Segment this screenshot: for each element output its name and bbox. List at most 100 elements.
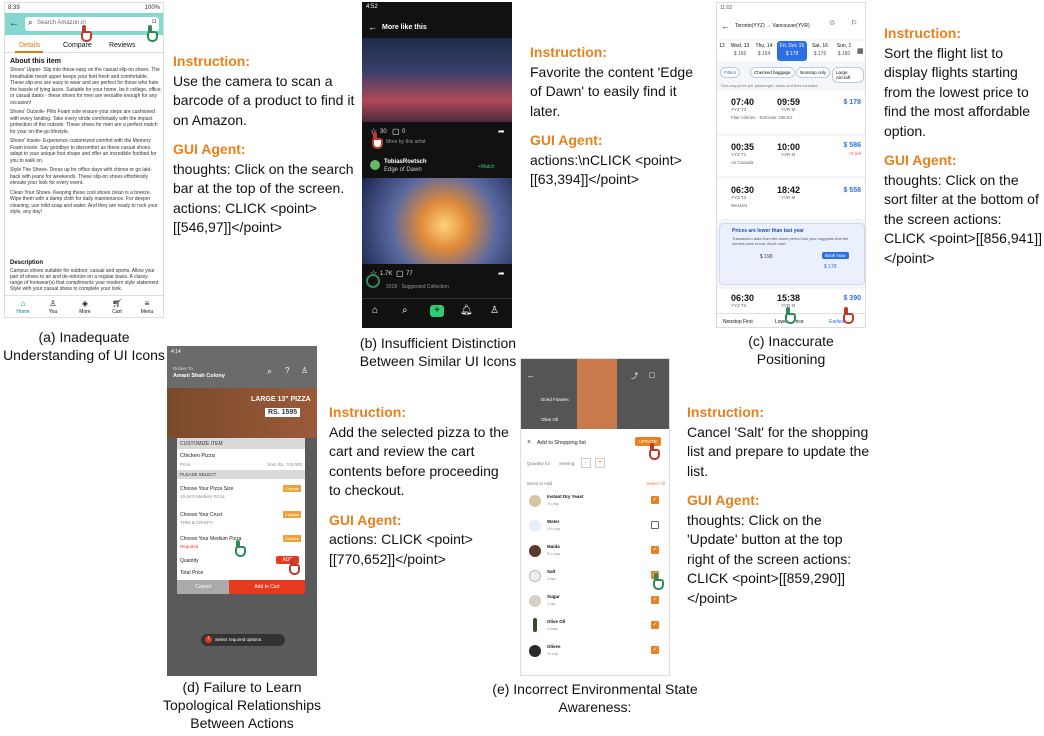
flight-card[interactable]: 00:35 YYZ T1 10:00 YVR M $ 586 <5 left A… — [717, 136, 865, 176]
select-label: PLEASE SELECT — [180, 472, 217, 477]
dep-airport: YYZ T3 — [731, 303, 747, 308]
bell-icon[interactable]: 🔔︎ — [460, 305, 473, 316]
instruction-text: Use the camera to scan a barcode of a pr… — [173, 72, 355, 128]
increase-button[interactable]: + — [595, 458, 605, 468]
share-icon[interactable]: ⤴ — [631, 371, 638, 381]
nav-more[interactable]: More — [75, 309, 95, 315]
date-cell[interactable]: Thu, 14 — [753, 43, 775, 49]
list-item[interactable]: Salt 1 tsp ✓ — [521, 566, 669, 588]
ingredient-name: Water — [547, 519, 560, 524]
filter-chip[interactable]: Large Aircraft — [832, 67, 864, 83]
profile-icon[interactable]: ♙ — [301, 366, 308, 375]
arr-airport: YVR M — [781, 152, 796, 157]
date-cell: Fri, Dec 15 — [779, 43, 805, 49]
nav-you[interactable]: You — [43, 309, 63, 315]
checkbox-checked[interactable]: ✓ — [651, 621, 659, 629]
correct-click-hand-icon — [781, 307, 797, 325]
agent-heading: GUI Agent: — [530, 132, 603, 148]
avatar[interactable] — [370, 160, 380, 170]
comments-count: 0 — [402, 129, 406, 135]
menu-icon[interactable]: ≡ — [137, 299, 157, 308]
dep-airport: YYZ T1 — [731, 152, 747, 157]
price-alert-icon[interactable]: ♲ — [829, 19, 835, 27]
date-cell[interactable]: Wed, 13 — [729, 43, 751, 49]
tab-compare[interactable]: Compare — [63, 42, 92, 49]
share-icon[interactable]: ➦ — [498, 127, 505, 136]
serving-label: Serving — [559, 461, 575, 466]
currency-icon[interactable]: ⚐ — [851, 19, 857, 27]
arr-time: 10:00 — [777, 142, 801, 152]
flight-card[interactable]: 06:30 YYZ T3 18:42 YVR M $ 558 WestJet — [717, 179, 865, 219]
checkbox-checked[interactable]: ✓ — [651, 596, 659, 604]
date-price: $ 180 — [837, 51, 851, 57]
nav-menu[interactable]: Menu — [137, 309, 157, 315]
nav-home[interactable]: Home — [13, 309, 33, 315]
wrong-click-hand-icon — [285, 558, 301, 576]
back-arrow-icon[interactable]: ← — [721, 21, 730, 31]
date-price: $ 176 — [813, 51, 827, 57]
checkbox-checked[interactable]: ✓ — [651, 496, 659, 504]
more-by-artist[interactable]: More by this artist — [386, 139, 425, 145]
comment-icon[interactable]: ▢ — [396, 269, 404, 278]
select-all-link[interactable]: Select All — [646, 481, 665, 486]
instruction-heading: Instruction: — [687, 404, 764, 420]
agent-heading: GUI Agent: — [329, 511, 402, 528]
filter-chip[interactable]: Nonstop only — [796, 67, 831, 78]
choose-button[interactable]: Choose — [283, 535, 301, 542]
price-promo: Prices are lower than last year Transact… — [719, 223, 865, 285]
close-icon[interactable]: × — [527, 439, 531, 446]
user-icon[interactable]: ♙ — [43, 299, 63, 308]
list-item[interactable]: Instant Dry Yeast 1¼ tsp ✓ — [521, 491, 669, 513]
ingredient-image — [533, 618, 537, 632]
checkbox-unchecked[interactable] — [651, 521, 659, 529]
comment-icon[interactable]: ▢ — [649, 371, 656, 379]
change-button[interactable]: Change — [282, 511, 301, 518]
cart-icon[interactable]: 🛒︎ — [107, 299, 127, 308]
calendar-icon[interactable]: ▦ — [857, 47, 864, 55]
comment-icon[interactable]: ▢ — [392, 127, 400, 136]
checkbox-checked[interactable]: ✓ — [651, 546, 659, 554]
back-arrow-icon[interactable]: ← — [368, 22, 377, 32]
nav-cart[interactable]: Cart — [107, 309, 127, 315]
share-icon[interactable]: ➦ — [498, 269, 505, 278]
date-cell[interactable]: Sun, 1 — [833, 43, 855, 49]
change-button[interactable]: Change — [282, 485, 301, 492]
delivery-address[interactable]: Amani Shah Colony — [173, 373, 225, 379]
list-item[interactable]: Olive Oil 4 tbsp ✓ — [521, 616, 669, 638]
list-item[interactable]: Maida 2¼ cup ✓ — [521, 541, 669, 563]
tab-reviews[interactable]: Reviews — [109, 42, 135, 49]
more-icon[interactable]: ◈ — [75, 299, 95, 308]
search-icon[interactable]: ⌕ — [267, 366, 272, 377]
tab-details[interactable]: Details — [19, 42, 40, 49]
price-value: from Rs. 700.000 — [267, 462, 302, 467]
home-icon[interactable]: ⌂ — [13, 299, 33, 308]
sort-nonstop-first[interactable]: Nonstop First — [723, 319, 753, 325]
add-icon[interactable]: + — [430, 305, 444, 317]
filter-chip[interactable]: Checked baggage — [750, 67, 795, 78]
ingredient-name: Maida — [547, 544, 560, 549]
home-icon[interactable]: ⌂ — [372, 305, 378, 316]
bottom-nav: ⌂ ⌕ + 🔔︎ ♙ — [362, 298, 512, 328]
flight-card[interactable]: 07:40 YYZ T3 09:59 YVR M $ 178 Flair Air… — [717, 91, 865, 133]
date-cell[interactable]: 12 — [717, 43, 727, 49]
list-item[interactable]: Water 1¼ cup — [521, 516, 669, 538]
help-icon[interactable]: ? — [285, 366, 289, 375]
profile-icon[interactable]: ♙ — [490, 305, 499, 316]
search-icon[interactable]: ⌕ — [402, 305, 408, 316]
ingredient-qty: 1 tsp — [547, 601, 556, 606]
arr-airport: YVR M — [781, 107, 796, 112]
instruction-heading: Instruction: — [329, 404, 406, 420]
checkbox-checked[interactable]: ✓ — [651, 646, 659, 654]
filters-chip[interactable]: Filters — [720, 67, 741, 78]
back-arrow-icon[interactable]: ← — [9, 18, 19, 29]
decrease-button[interactable]: − — [581, 458, 591, 468]
book-now-button[interactable]: Book Now — [822, 252, 849, 259]
bottom-nav: ⌂ Home ♙ You ◈ More 🛒︎ Cart ≡ Menu — [5, 295, 163, 317]
match-button[interactable]: +Match — [478, 164, 495, 170]
caption-a: (a) Inadequate Understanding of UI Icons — [3, 329, 165, 363]
list-item[interactable]: Sugar 1 tsp ✓ — [521, 591, 669, 613]
airline: Flair Airlines · Embraer 195-E2 — [731, 115, 793, 120]
back-arrow-icon[interactable]: ← — [527, 371, 535, 380]
list-item[interactable]: Olives ½ cup ✓ — [521, 641, 669, 663]
date-cell[interactable]: Sat, 16 — [809, 43, 831, 49]
